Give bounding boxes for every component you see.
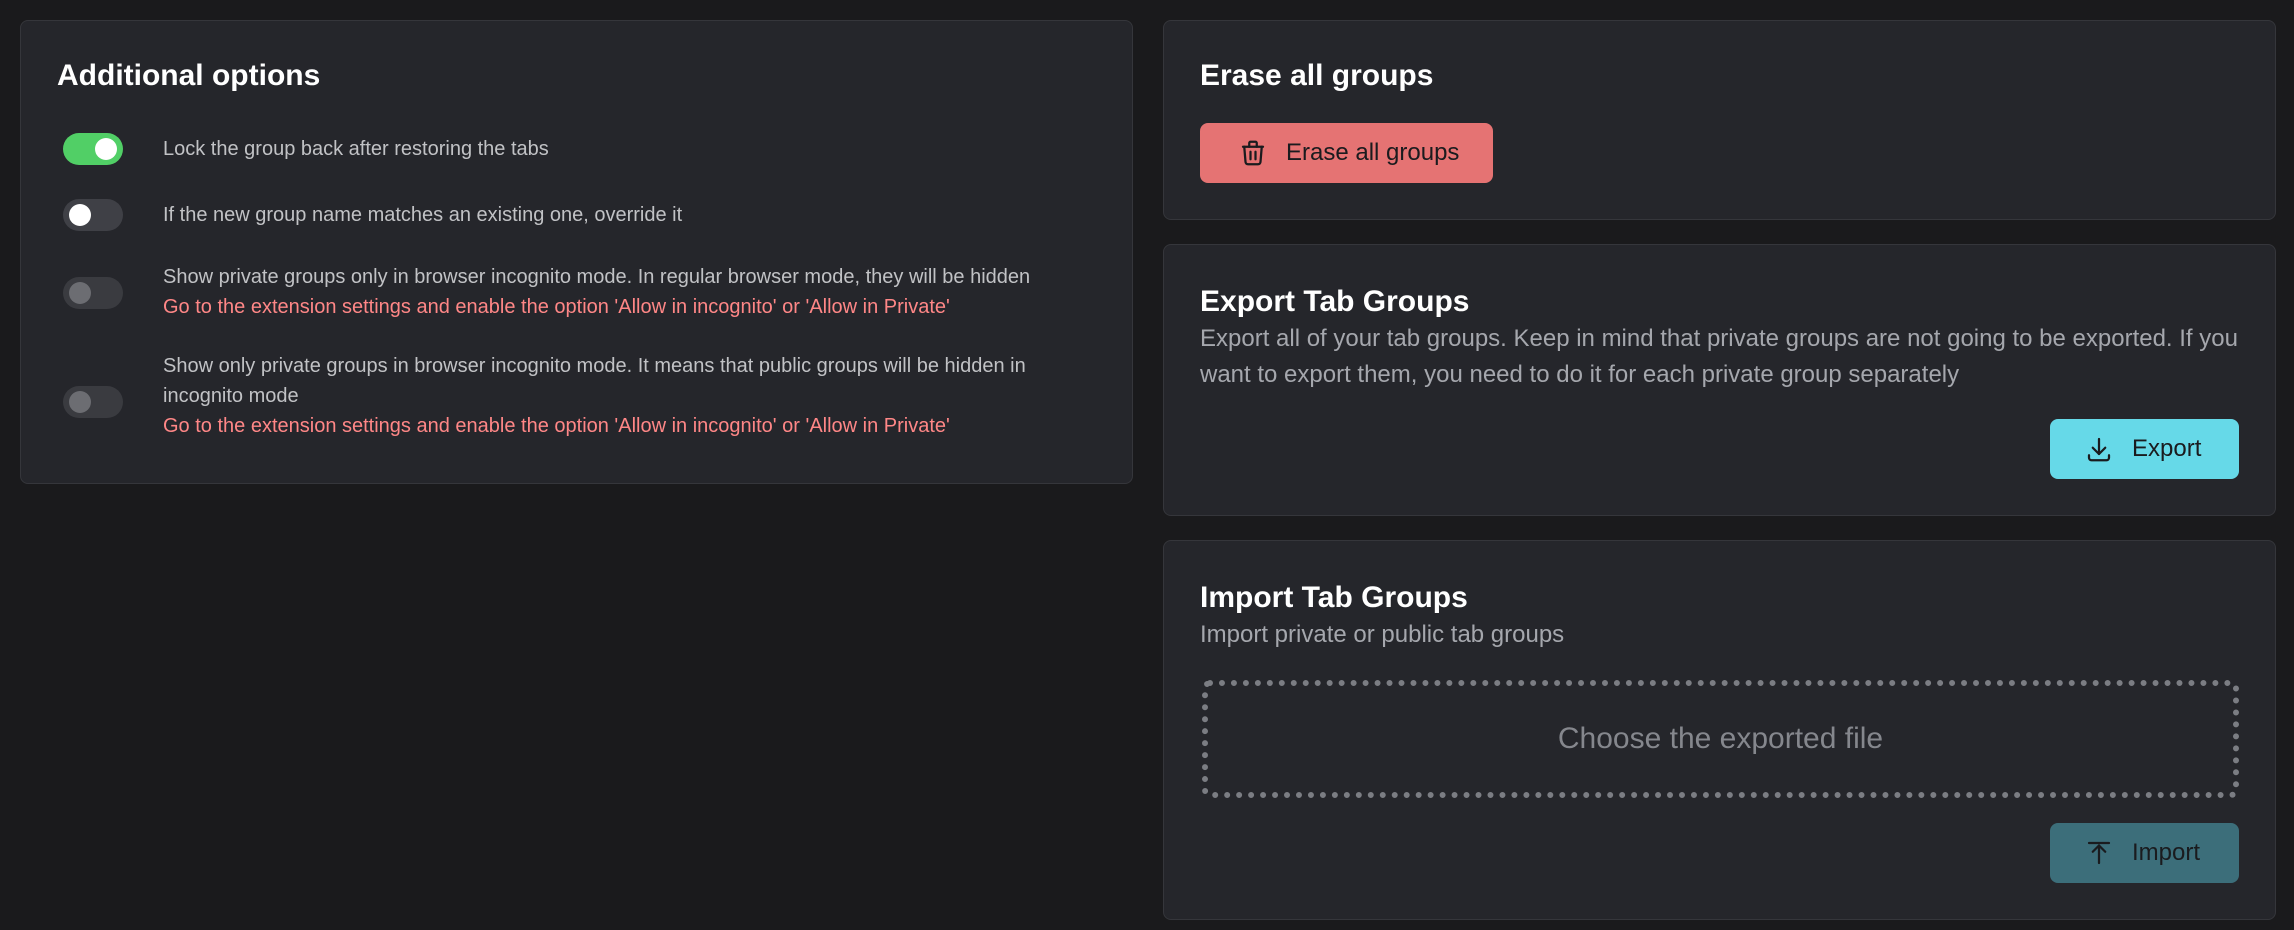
import-button[interactable]: Import bbox=[2050, 823, 2239, 883]
option-label-block: Show only private groups in browser inco… bbox=[163, 351, 1103, 441]
erase-button-label: Erase all groups bbox=[1286, 139, 1460, 166]
incognito-warning: Go to the extension settings and enable … bbox=[163, 296, 950, 318]
export-description: Export all of your tab groups. Keep in m… bbox=[1200, 325, 2238, 388]
toggle-knob bbox=[69, 204, 91, 226]
export-card: Export Tab Groups Export all of your tab… bbox=[1163, 244, 2276, 516]
toggle-knob bbox=[95, 138, 117, 160]
lock-group-toggle[interactable] bbox=[63, 133, 123, 165]
export-button[interactable]: Export bbox=[2050, 419, 2239, 479]
option-label: Lock the group back after restoring the … bbox=[163, 138, 549, 160]
upload-icon bbox=[2084, 838, 2114, 868]
dropzone-label: Choose the exported file bbox=[1557, 722, 1884, 755]
toggle-knob bbox=[69, 391, 91, 413]
export-button-label: Export bbox=[2132, 435, 2202, 462]
option-label: Show only private groups in browser inco… bbox=[163, 355, 1026, 407]
additional-options-card: Additional options Lock the group back a… bbox=[20, 20, 1133, 484]
additional-options-title: Additional options bbox=[57, 59, 321, 92]
override-name-toggle[interactable] bbox=[63, 199, 123, 231]
file-dropzone[interactable]: Choose the exported file bbox=[1202, 680, 2239, 798]
incognito-warning: Go to the extension settings and enable … bbox=[163, 415, 950, 437]
erase-groups-title: Erase all groups bbox=[1200, 59, 1434, 92]
erase-all-groups-button[interactable]: Erase all groups bbox=[1200, 123, 1493, 183]
private-only-incognito-toggle[interactable] bbox=[63, 277, 123, 309]
hide-public-incognito-toggle[interactable] bbox=[63, 386, 123, 418]
erase-groups-card: Erase all groups Erase all groups bbox=[1163, 20, 2276, 220]
trash-icon bbox=[1238, 138, 1268, 168]
import-button-label: Import bbox=[2132, 839, 2201, 866]
export-title: Export Tab Groups bbox=[1200, 285, 1470, 318]
download-icon bbox=[2084, 434, 2114, 464]
option-label: If the new group name matches an existin… bbox=[163, 204, 683, 226]
import-description: Import private or public tab groups bbox=[1200, 621, 1565, 648]
toggle-knob bbox=[69, 282, 91, 304]
import-title: Import Tab Groups bbox=[1200, 581, 1468, 614]
option-label-block: Show private groups only in browser inco… bbox=[163, 262, 1103, 322]
import-card: Import Tab Groups Import private or publ… bbox=[1163, 540, 2276, 920]
option-label: Show private groups only in browser inco… bbox=[163, 266, 1031, 288]
